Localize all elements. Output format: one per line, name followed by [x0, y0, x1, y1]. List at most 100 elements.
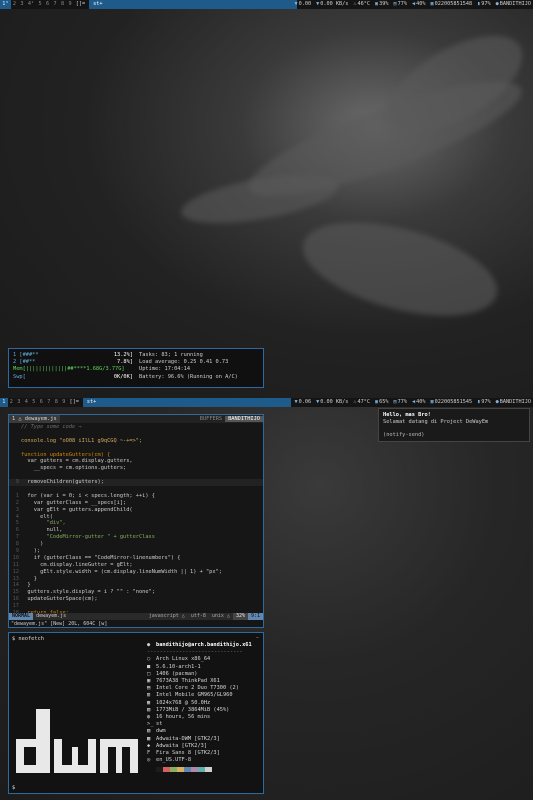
code-line: 10 if (gutterClass == "CodeMirror-linenu… [9, 555, 263, 562]
info-icon: □ [147, 670, 151, 677]
code-text: if (gutterClass == "CodeMirror-linenumbe… [21, 554, 181, 561]
workspace-6[interactable]: 6 [38, 398, 46, 407]
palette-swatch [205, 767, 212, 773]
user-indicator: ●BANDITHIJO [495, 1, 531, 7]
editor-tabline: 1 △ dewayem.js BUFFERS BANDITHIJO [9, 415, 263, 423]
code-area[interactable]: // Type some code → console.log "oO08 iIl… [9, 424, 263, 617]
workspace-2[interactable]: 2 [8, 398, 16, 407]
user-host: ● bandithijo@arch.bandithijo.x61 [147, 642, 252, 648]
info-icon: ○ [147, 656, 151, 663]
code-text: var gElt = gutters.appendChild( [21, 506, 133, 513]
info-icon: ▦ [147, 699, 151, 706]
info-row: ■ 5.6.10-arch1-1 [147, 663, 201, 670]
vim-editor[interactable]: 1 △ dewayem.js BUFFERS BANDITHIJO // Type… [8, 414, 264, 628]
code-text: var gutters = cm.display.gutters, [21, 458, 133, 465]
filetype: javascript △ [148, 613, 185, 619]
info-icon: ■ [147, 663, 151, 670]
user-icon: ● [495, 399, 499, 405]
editor-statusline: NORMAL dewayem.js javascript △ utf-8 unix… [9, 613, 263, 620]
date-indicator: ▦022005851545 [430, 399, 473, 405]
calendar-icon: ▦ [430, 399, 434, 405]
info-icon: ▣ [147, 678, 151, 685]
palette-swatch [163, 767, 170, 773]
file-name: dewayem.js [36, 613, 67, 619]
workspace-7[interactable]: 7 [51, 0, 59, 9]
workspace-8[interactable]: 8 [59, 0, 67, 9]
code-text: gutters.style.display = i ? "" : "none"; [21, 589, 155, 596]
system-info: ● bandithijo@arch.bandithijo.x61 --------… [147, 642, 252, 773]
line-number: 2 [15, 499, 19, 506]
color-palette [156, 767, 252, 773]
info-row: ▦ 1024x768 @ 50.0Hz [147, 699, 211, 706]
palette-swatch [184, 767, 191, 773]
line-number: 15 [12, 589, 19, 596]
date-indicator: ▦022005851548 [430, 1, 473, 7]
info-icon: ▧ [147, 706, 151, 713]
workspace-1[interactable]: 1³ [0, 0, 11, 9]
notification-popup[interactable]: Hello, mas Bro! Selamat datang di Projec… [378, 408, 530, 442]
temperature-indicator: ♨47°C [353, 399, 371, 405]
layout-indicator[interactable]: []= [70, 398, 79, 407]
system-status: ▼0.00 ▼0.00 KB/s ♨46°C ▣39% ▤77% ◀40% ▦0… [295, 0, 531, 9]
workspace-8[interactable]: 8 [53, 398, 61, 407]
line-number: 5 [15, 520, 19, 527]
terminal-neofetch[interactable]: $ neofetch − ● bandithijo@arch.bandithijo… [8, 632, 264, 794]
code-line: function updateGutters(cm) { [9, 452, 263, 459]
palette-swatch [170, 767, 177, 773]
volume-indicator: ◀40% [412, 399, 426, 405]
palette-swatch [177, 767, 184, 773]
info-row: ▥ Intel Mobile GM965/GL960 [147, 692, 233, 699]
htop-panel[interactable]: 1 [###** 13.2%] 2 [##** 7.8%] Mem[||||||||… [8, 348, 264, 388]
workspace-9[interactable]: 9 [66, 0, 74, 9]
code-text: null, [21, 527, 63, 534]
htop-uptime: Uptime: 17:04:14 [139, 366, 191, 373]
line-number: 10 [12, 554, 19, 561]
code-line: 1 for (var i = 0; i < specs.length; ++i)… [9, 493, 263, 500]
code-line: 15 gutters.style.display = i ? "" : "non… [9, 589, 263, 596]
code-line: 11 cm.display.lineGutter = gElt; [9, 562, 263, 569]
load-indicator: ▼0.00 [294, 1, 312, 7]
down-arrow-icon: ▼ [316, 1, 320, 7]
info-icon: ▩ [147, 735, 151, 742]
memory-icon: ▤ [393, 1, 397, 7]
cpu-icon: ▣ [375, 1, 379, 7]
command-message: "dewayem.js" [New] 20L, 604C [w] [11, 621, 108, 627]
code-line: 2 var gutterClass = __specs[i]; [9, 500, 263, 507]
info-row: F Fira Sans 8 [GTK2/3] [147, 750, 220, 757]
workspace-1[interactable]: 1 [0, 398, 8, 407]
user-icon: ● [147, 642, 151, 648]
volume-indicator: ◀40% [412, 1, 426, 7]
code-text: "CodeMirror-gutter " + gutterClass [21, 534, 155, 541]
cpu-icon: ▣ [375, 399, 379, 405]
line-number: 4 [15, 513, 19, 520]
separator: ------------------------------ [147, 649, 243, 656]
line-number: 3 [15, 506, 19, 513]
info-icon: ▨ [147, 728, 151, 735]
cpu-indicator: ▣65% [375, 399, 389, 405]
info-row: ▧ 1773MiB / 3864MiB (45%) [147, 706, 230, 713]
layout-indicator[interactable]: []= [76, 0, 85, 9]
code-text: updateGutterSpace(cm); [21, 596, 98, 603]
workspace-6[interactable]: 6 [44, 0, 52, 9]
workspace-5[interactable]: 5 [36, 0, 44, 9]
workspace-9[interactable]: 9 [60, 398, 68, 407]
code-line: 17 [9, 603, 263, 610]
encoding: utf-8 [190, 613, 206, 619]
workspace-5[interactable]: 5 [30, 398, 38, 407]
workspace-3[interactable]: 3 [15, 398, 23, 407]
code-text: for (var i = 0; i < specs.length; ++i) { [21, 492, 155, 499]
tab-dewayem[interactable]: 1 △ dewayem.js [9, 415, 60, 423]
info-icon: F [147, 750, 151, 757]
workspace-3[interactable]: 3 [18, 0, 26, 9]
workspace-2[interactable]: 2 [11, 0, 19, 9]
info-row: ▣ 7673A38 ThinkPad X61 [147, 678, 220, 685]
workspace-4[interactable]: 4 [23, 398, 31, 407]
info-row: >_ st [147, 721, 163, 728]
memory-indicator: ▤77% [393, 1, 408, 7]
workspace-7[interactable]: 7 [45, 398, 53, 407]
terminal-prompt[interactable]: $ [12, 785, 15, 791]
info-row: ▨ dwm [147, 728, 166, 735]
info-icon: >_ [147, 721, 154, 728]
workspace-4[interactable]: 4¹ [26, 0, 37, 9]
